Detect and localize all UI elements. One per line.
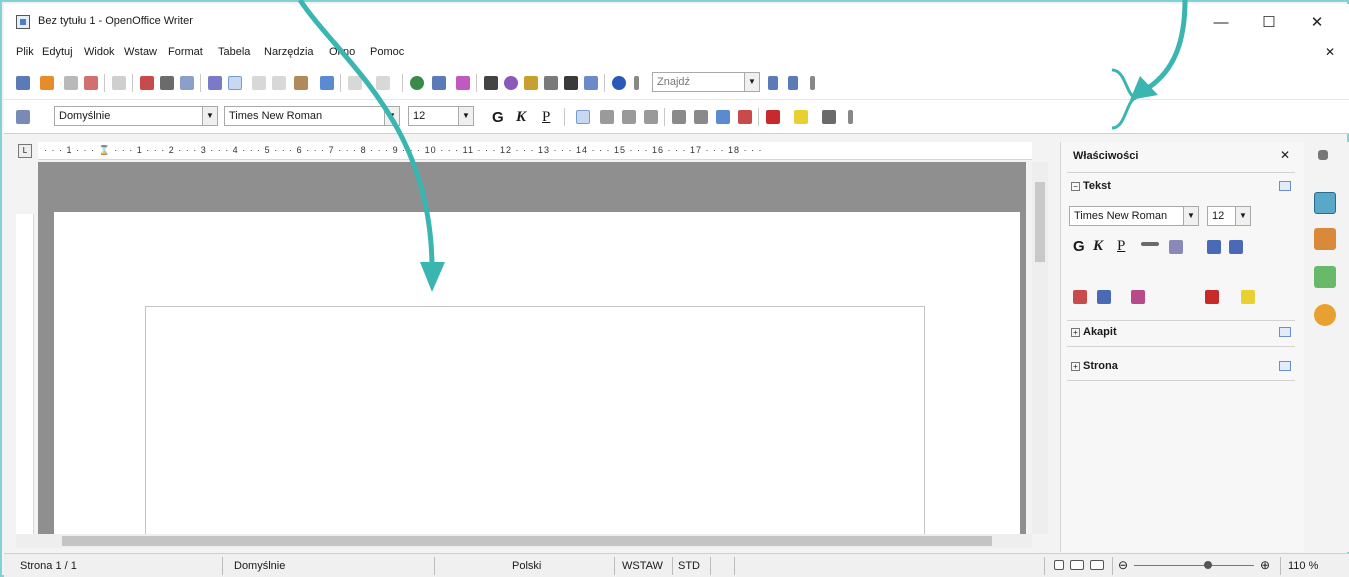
annotation-bracket <box>1111 68 1137 130</box>
annotation-arrowhead <box>420 262 445 292</box>
annotation-arrow-document <box>297 0 435 266</box>
annotation-arrow-toolbars <box>1146 0 1188 91</box>
annotation-overlay <box>297 0 1188 292</box>
